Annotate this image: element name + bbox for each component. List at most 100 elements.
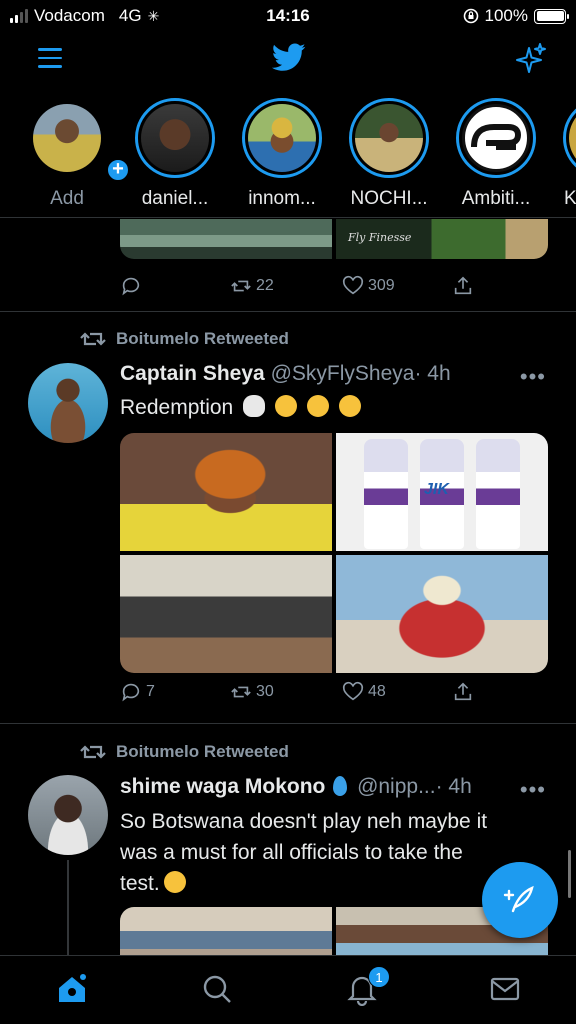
reply-count: 7 [146, 683, 155, 700]
fleet-label: Ambiti... [461, 188, 531, 209]
compose-tweet-button[interactable] [482, 862, 558, 938]
fleets-row: Add + daniel... innom... NOCHI... Ambiti… [0, 98, 576, 218]
fleet-item[interactable]: Ambiti... [451, 98, 541, 210]
media-image[interactable] [336, 555, 548, 673]
timeline-feed[interactable]: Fly Finesse 22 309 Boitumelo Retweeted C… [0, 219, 576, 955]
tweet-card[interactable]: Fly Finesse 22 309 [0, 219, 576, 311]
retweet-button[interactable]: 22 [230, 275, 274, 297]
retweet-button[interactable]: 30 [230, 681, 274, 703]
heart-icon [342, 275, 364, 295]
fleet-item[interactable]: NOCHI... [344, 98, 434, 210]
retweet-icon [80, 745, 106, 759]
retweeted-by: Boitumelo Retweeted [116, 329, 289, 348]
tweet-media-grid[interactable]: JIK [120, 433, 548, 673]
like-count: 309 [368, 277, 395, 294]
tweet-media[interactable]: Fly Finesse [120, 219, 548, 259]
thread-line [67, 860, 69, 955]
media-image[interactable] [120, 433, 332, 551]
joy-emoji [274, 395, 297, 417]
sparkle-icon[interactable] [514, 42, 548, 76]
fleet-label: Add [50, 188, 84, 209]
fleet-label: K [564, 188, 576, 209]
tweet-header: shime waga Mokono @nipp...· 4h [120, 775, 472, 799]
avatar [355, 104, 423, 172]
heart-icon [342, 681, 364, 701]
share-icon [454, 276, 472, 295]
messages-mail-icon[interactable] [488, 972, 522, 1006]
author-handle[interactable]: @nipp... [357, 775, 436, 798]
top-navigation [0, 30, 576, 90]
menu-icon[interactable] [38, 48, 62, 68]
avatar [248, 104, 316, 172]
author-avatar[interactable] [28, 775, 108, 855]
reply-button[interactable]: 7 [120, 681, 155, 703]
tweet-card[interactable]: Boitumelo Retweeted Captain Sheya @SkyFl… [0, 312, 576, 723]
fleet-label: innom... [248, 188, 316, 209]
twitter-bird-icon[interactable] [270, 40, 308, 74]
battery-icon [534, 8, 569, 24]
status-bar: Vodacom 4G ✳ 14:16 100% [0, 0, 576, 30]
share-icon [454, 682, 472, 701]
author-name[interactable]: shime waga Mokono [120, 775, 325, 798]
fleet-item[interactable]: innom... [237, 98, 327, 210]
retweet-icon [80, 332, 106, 346]
retweet-count: 30 [256, 683, 274, 700]
fleet-item[interactable]: daniel... [130, 98, 220, 210]
bottom-navigation: 1 [0, 955, 576, 1024]
share-button[interactable] [452, 681, 474, 703]
avatar [569, 104, 576, 172]
media-image[interactable]: JIK [336, 433, 548, 551]
like-button[interactable]: 48 [342, 681, 386, 703]
tweet-text: Redemption [120, 392, 550, 423]
tweet-time: · 4h [414, 362, 451, 385]
author-avatar[interactable] [28, 363, 108, 443]
compose-feather-icon [503, 885, 534, 913]
tweet-actions: 7 30 48 [120, 681, 480, 705]
retweeted-by: Boitumelo Retweeted [116, 742, 289, 761]
tweet-actions: 22 309 [120, 275, 480, 299]
battery-percent: 100% [484, 6, 528, 25]
notifications-badge: 1 [368, 966, 390, 988]
add-fleet-icon[interactable]: + [106, 158, 130, 182]
media-image[interactable] [120, 907, 332, 955]
avatar [462, 104, 530, 172]
shush-emoji [338, 395, 361, 417]
tweet-header: Captain Sheya @SkyFlySheya· 4h [120, 362, 451, 386]
media-image[interactable] [120, 555, 332, 673]
tweet-text-line: So Botswana doesn't play neh maybe it [120, 810, 488, 833]
retweet-indicator: Boitumelo Retweeted [80, 329, 289, 349]
fleet-add[interactable]: Add + [22, 98, 130, 210]
reply-icon [122, 683, 140, 702]
home-icon[interactable] [55, 972, 89, 1006]
tweet-time: · 4h [435, 775, 472, 798]
avatar [33, 104, 101, 172]
author-name[interactable]: Captain Sheya [120, 362, 265, 385]
fleet-label: NOCHI... [350, 188, 428, 209]
avatar [141, 104, 209, 172]
joy-emoji [306, 395, 329, 417]
tweet-text-content: Redemption [120, 396, 234, 419]
tweet-text-line: was a must for all officials to take the [120, 841, 463, 864]
scrollbar[interactable] [568, 850, 571, 898]
retweet-icon [231, 686, 251, 698]
droplet-emoji [333, 776, 348, 796]
retweet-icon [231, 280, 251, 292]
reply-button[interactable] [120, 275, 146, 297]
retweet-indicator: Boitumelo Retweeted [80, 742, 289, 762]
like-button[interactable]: 309 [342, 275, 395, 297]
sweat-smile-emoji [163, 871, 186, 893]
fleet-item[interactable]: K [558, 98, 576, 210]
more-options-icon[interactable]: ••• [520, 364, 546, 390]
reply-icon [122, 277, 140, 296]
more-options-icon[interactable]: ••• [520, 777, 546, 803]
author-handle[interactable]: @SkyFlySheya [271, 362, 415, 385]
search-icon[interactable] [200, 972, 234, 1006]
product-label: JIK [424, 481, 449, 498]
orientation-lock-icon [463, 8, 478, 24]
retweet-count: 22 [256, 277, 274, 294]
fleet-label: daniel... [141, 188, 209, 209]
media-caption: Fly Finesse [348, 231, 412, 244]
like-count: 48 [368, 683, 386, 700]
tweet-text-line: test. [120, 872, 160, 895]
share-button[interactable] [452, 275, 474, 297]
